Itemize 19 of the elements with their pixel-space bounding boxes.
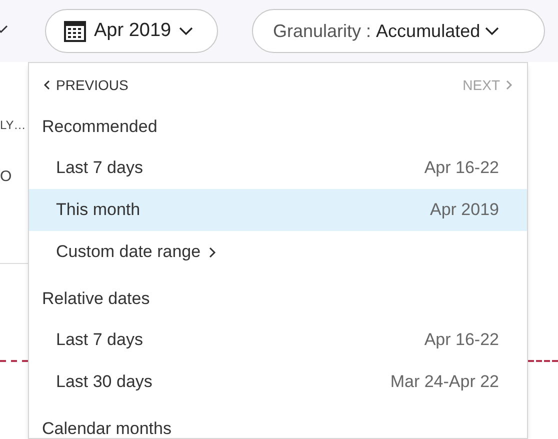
date-range-option[interactable]: Last 7 days Apr 16-22 (29, 147, 527, 189)
date-picker-button[interactable]: Apr 2019 (45, 9, 218, 53)
chevron-down-icon (179, 26, 194, 36)
chevron-left-icon (43, 80, 50, 90)
submenu-option[interactable]: Custom date range (29, 231, 527, 273)
chevron-right-icon (506, 80, 513, 90)
truncated-label: O (0, 167, 12, 187)
section-heading: Recommended (41, 116, 158, 138)
calendar-icon (64, 20, 86, 42)
date-range-option[interactable]: This month Apr 2019 (29, 189, 527, 231)
previous-button[interactable]: PREVIOUS (43, 74, 128, 96)
granularity-dropdown[interactable]: Granularity : Accumulated (252, 9, 545, 53)
chevron-right-icon (208, 246, 216, 258)
chevron-down-icon (485, 26, 500, 36)
section-heading: Relative dates (41, 288, 151, 310)
date-range-option[interactable]: Last 30 days Mar 24-Apr 22 (29, 361, 527, 403)
date-range-option[interactable]: Last 7 days Apr 16-22 (29, 319, 527, 361)
section-heading: Calendar months (41, 418, 172, 438)
truncated-label: LY… (0, 117, 26, 134)
